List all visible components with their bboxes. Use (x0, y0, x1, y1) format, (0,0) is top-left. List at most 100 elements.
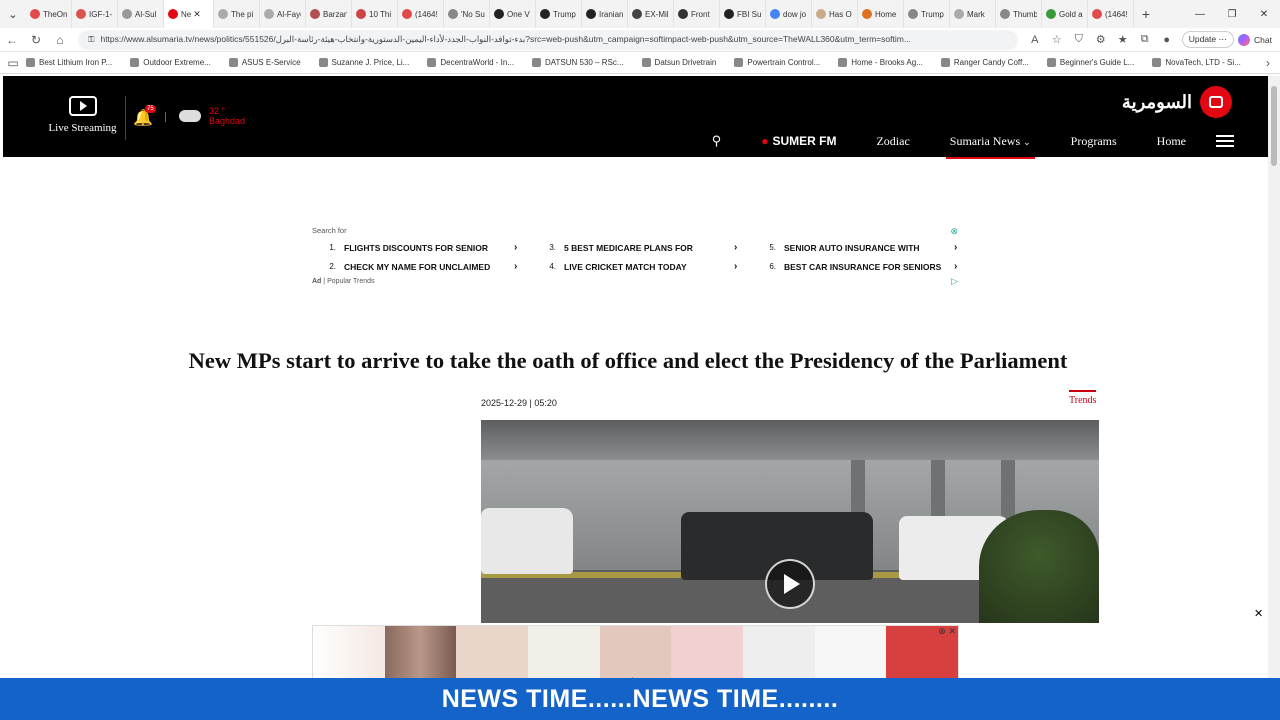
bookmark-item[interactable]: Datsun Drivetrain (641, 58, 716, 67)
browser-tab[interactable]: 10 Thi (352, 0, 398, 28)
chevron-right-icon: › (954, 261, 958, 272)
ad-close-icon[interactable]: ⊗ ✕ (938, 626, 956, 637)
ad-product-image[interactable] (528, 626, 600, 679)
article-video[interactable] (481, 420, 1099, 623)
search-ad-block: Search for 1. FLIGHTS DISCOUNTS FOR SENIO… (312, 226, 960, 288)
search-icon[interactable]: ⚲ (712, 133, 722, 149)
bookmark-item[interactable]: NovaTech, LTD - Si... (1152, 58, 1241, 67)
browser-tab[interactable]: Trump (904, 0, 950, 28)
ad-link-text: LIVE CRICKET MATCH TODAY (564, 261, 687, 272)
refresh-icon[interactable]: ↻ (24, 33, 48, 47)
favorite-star-icon[interactable]: ☆ (1046, 33, 1068, 46)
browser-tab[interactable]: Ne ✕ (164, 0, 214, 28)
ad-product-image[interactable] (814, 626, 887, 679)
home-icon[interactable]: ⌂ (48, 33, 72, 47)
adchoices-icon[interactable]: ⊗ (950, 226, 958, 237)
browser-tab[interactable]: Front (674, 0, 720, 28)
bookmark-item[interactable]: DATSUN 530 – RSc... (532, 58, 624, 67)
bookmark-item[interactable]: Suzanne J. Price, Li... (318, 58, 409, 67)
tab-label: TheOn (43, 9, 67, 19)
play-button[interactable] (765, 559, 815, 609)
site-info-icon[interactable]: ⚿ (88, 34, 94, 45)
bookmark-label: DecentraWorld - In... (440, 58, 514, 67)
nav-sumer-fm-label: SUMER FM (772, 134, 837, 148)
browser-tab[interactable]: Has O (812, 0, 858, 28)
bookmark-item[interactable]: Beginner's Guide L... (1046, 58, 1134, 67)
tab-favicon-icon (1046, 9, 1056, 19)
bookmark-item[interactable]: Ranger Candy Coff... (940, 58, 1029, 67)
tab-label: IGF-1- (89, 9, 113, 19)
chat-button[interactable]: Chat (1238, 33, 1272, 46)
tab-close-icon[interactable]: ✕ (193, 9, 201, 20)
ad-product-image[interactable] (743, 626, 815, 679)
browser-tab[interactable]: Barzan (306, 0, 352, 28)
collections-icon[interactable]: ⧉ (1134, 33, 1156, 46)
ad-search-link[interactable]: 2. CHECK MY NAME FOR UNCLAIMED › (312, 257, 532, 276)
tab-favicon-icon (724, 9, 734, 19)
ad-search-link[interactable]: 5. SENIOR AUTO INSURANCE WITH › (752, 238, 972, 257)
close-icon[interactable]: ✕ (1254, 607, 1263, 620)
bookmark-item[interactable]: Best Lithium Iron P... (26, 58, 112, 67)
restore-icon[interactable]: ❐ (1216, 9, 1248, 20)
bookmark-item[interactable]: Home - Brooks Ag... (838, 58, 923, 67)
ad-brand-logo[interactable] (313, 626, 385, 679)
browser-tab[interactable]: (1464! (398, 0, 444, 28)
browser-tab[interactable]: One V (490, 0, 536, 28)
address-bar[interactable]: ⚿ https://www.alsumaria.tv/news/politics… (78, 29, 1018, 50)
nav-sumer-fm[interactable]: ● SUMER FM (761, 134, 836, 148)
live-streaming-link[interactable]: Live Streaming (45, 96, 120, 134)
close-window-icon[interactable]: ✕ (1248, 9, 1280, 20)
browser-tab[interactable]: Home (858, 0, 904, 28)
bookmark-item[interactable]: DecentraWorld - In... (427, 58, 514, 67)
ad-search-link[interactable]: 4. LIVE CRICKET MATCH TODAY › (532, 257, 752, 276)
shield-icon[interactable]: ⛉ (1068, 33, 1090, 46)
browser-tab[interactable]: Al-Faye (260, 0, 306, 28)
site-logo[interactable]: السومرية (1122, 86, 1232, 118)
scrollbar-thumb[interactable] (1271, 86, 1277, 166)
tab-list-chevron-icon[interactable]: ⌄ (0, 8, 26, 21)
nav-home[interactable]: Home (1157, 134, 1186, 149)
browser-tab[interactable]: (1464! (1088, 0, 1134, 28)
browser-tab[interactable]: TheOn (26, 0, 72, 28)
browser-tab[interactable]: The pi (214, 0, 260, 28)
ad-product-image[interactable] (671, 626, 744, 679)
bookmark-item[interactable]: ASUS E-Service (228, 58, 301, 67)
bookmarks-overflow-icon[interactable]: › (1256, 56, 1280, 70)
browser-tab[interactable]: FBI Su (720, 0, 766, 28)
bookmarks-menu-icon[interactable]: ▭ (0, 56, 26, 70)
browser-tab[interactable]: Gold a (1042, 0, 1088, 28)
nav-zodiac[interactable]: Zodiac (876, 134, 909, 149)
category-link[interactable]: Trends (1069, 390, 1097, 406)
url-text[interactable]: https://www.alsumaria.tv/news/politics/5… (100, 34, 1007, 45)
browser-tab[interactable]: Mark (950, 0, 996, 28)
extensions-icon[interactable]: ⚙ (1090, 33, 1112, 46)
chevron-right-icon: › (734, 261, 738, 272)
browser-tab[interactable]: IGF-1- (72, 0, 118, 28)
back-icon[interactable]: ← (0, 33, 24, 47)
ad-info-icon[interactable]: ▷ (951, 276, 958, 287)
profile-avatar-icon[interactable]: ● (1156, 34, 1178, 46)
read-aloud-icon[interactable]: A (1024, 34, 1046, 46)
nav-programs[interactable]: Programs (1071, 134, 1117, 149)
browser-tab[interactable]: Al-Sul (118, 0, 164, 28)
ad-product-image[interactable] (384, 626, 457, 679)
browser-tab[interactable]: Trump (536, 0, 582, 28)
bookmark-item[interactable]: Outdoor Extreme... (130, 58, 211, 67)
new-tab-button[interactable]: + (1134, 6, 1158, 22)
ad-search-link[interactable]: 1. FLIGHTS DISCOUNTS FOR SENIOR › (312, 238, 532, 257)
minimize-icon[interactable]: — (1184, 9, 1216, 20)
browser-tab[interactable]: dow jo (766, 0, 812, 28)
hamburger-menu-icon[interactable] (1216, 132, 1234, 150)
ad-search-link[interactable]: 6. BEST CAR INSURANCE FOR SENIORS › (752, 257, 972, 276)
bookmark-item[interactable]: Powertrain Control... (734, 58, 820, 67)
nav-sumaria-news[interactable]: Sumaria News ⌄ (945, 134, 1035, 159)
browser-tab[interactable]: Iranian (582, 0, 628, 28)
page-scrollbar[interactable] (1268, 76, 1280, 678)
ad-product-image[interactable] (456, 626, 529, 679)
browser-tab[interactable]: 'No Su (444, 0, 490, 28)
browser-tab[interactable]: Thumb (996, 0, 1042, 28)
update-button[interactable]: Update ⋯ (1181, 31, 1235, 48)
favorites-icon[interactable]: ★ (1112, 33, 1134, 46)
ad-search-link[interactable]: 3. 5 BEST MEDICARE PLANS FOR › (532, 238, 752, 257)
browser-tab[interactable]: EX-Mil (628, 0, 674, 28)
